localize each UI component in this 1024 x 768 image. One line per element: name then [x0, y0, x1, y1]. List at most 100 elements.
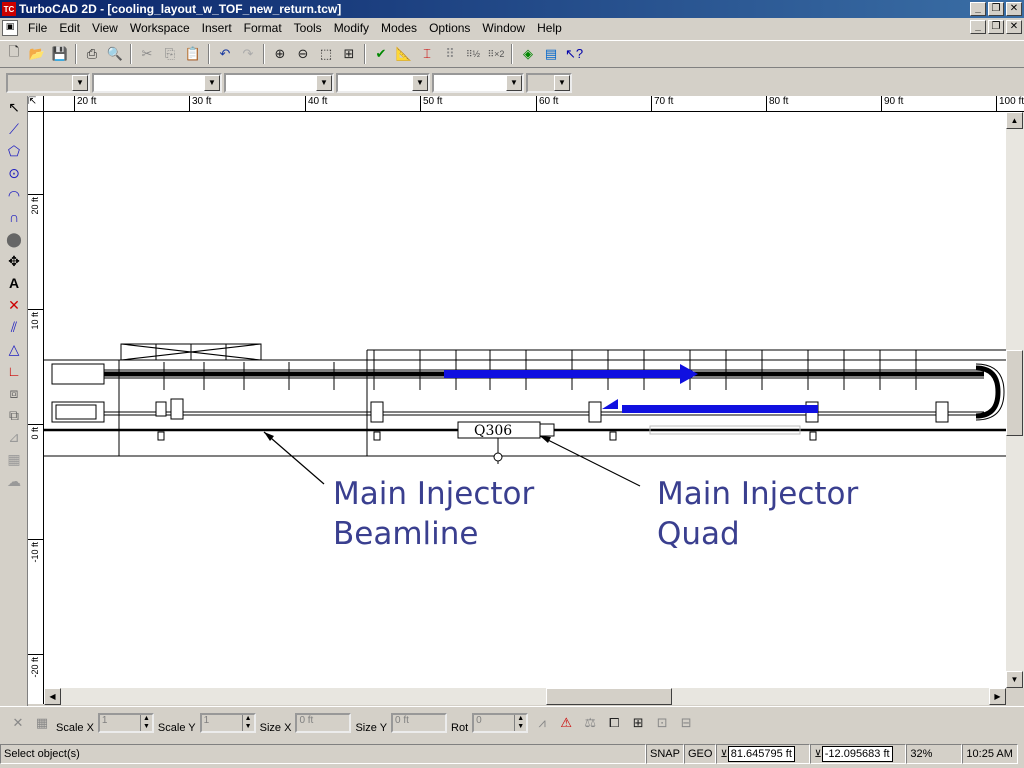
text-icon[interactable]: A [2, 272, 26, 294]
group-icon[interactable]: ⧈ [2, 382, 26, 404]
zoom-out-icon[interactable]: ⊖ [293, 44, 313, 64]
select-arrow-icon[interactable]: ↖ [2, 96, 26, 118]
properties-grid-icon[interactable]: ▦ [32, 713, 52, 733]
block-icon[interactable]: ⧉ [2, 404, 26, 426]
horizontal-scroll-thumb[interactable] [546, 688, 672, 705]
redo-icon[interactable]: ↷ [238, 44, 258, 64]
doc-restore-button[interactable]: ❐ [988, 20, 1004, 34]
chevron-down-icon[interactable]: ▼ [204, 74, 220, 91]
spinner-arrows-icon[interactable]: ▲ ▼ [514, 714, 526, 731]
snap-icon[interactable]: ✔ [371, 44, 391, 64]
layer-combo[interactable]: ▼ [6, 72, 90, 93]
library-icon[interactable]: ▦ [2, 448, 26, 470]
spinner-arrows-icon[interactable]: ▲ ▼ [139, 714, 152, 731]
save-icon[interactable]: 💾 [50, 44, 70, 64]
brush-combo[interactable]: ▼ [432, 72, 524, 93]
rotation-field[interactable]: 0 ▲ ▼ [472, 712, 529, 733]
menu-insert[interactable]: Insert [196, 21, 238, 35]
chevron-down-icon[interactable]: ▼ [554, 74, 570, 91]
cancel-icon[interactable]: ✕ [8, 713, 28, 733]
menu-window[interactable]: Window [476, 21, 531, 35]
grid-double-icon[interactable]: ⠿×2 [486, 44, 506, 64]
polyline-icon[interactable]: ⟋ [2, 118, 26, 140]
scroll-down-icon[interactable]: ▼ [1006, 671, 1023, 688]
zoom-window-icon[interactable]: ⬚ [316, 44, 336, 64]
menu-format[interactable]: Format [238, 21, 288, 35]
vertical-scroll-thumb[interactable] [1006, 350, 1023, 436]
menu-edit[interactable]: Edit [53, 21, 86, 35]
print-icon[interactable]: ⎙ [82, 44, 102, 64]
drawing-canvas[interactable]: Q306 Main Injector Beamline Main Injecto… [44, 112, 1006, 688]
polygon-icon[interactable]: ⬠ [2, 140, 26, 162]
doc-minimize-button[interactable]: _ [970, 20, 986, 34]
grid-icon[interactable]: ⠿ [440, 44, 460, 64]
vertex-icon[interactable]: △ [2, 338, 26, 360]
chevron-down-icon[interactable]: ▼ [506, 74, 522, 91]
scroll-left-icon[interactable]: ◀ [44, 688, 61, 705]
circle-icon[interactable]: ⊙ [2, 162, 26, 184]
layers-icon[interactable]: ◈ [518, 44, 538, 64]
spinner-arrows-icon[interactable]: ▲ ▼ [241, 714, 254, 731]
size-x-field[interactable]: 0 ft [295, 712, 352, 733]
dimension-tool-icon[interactable]: ⊿ [2, 426, 26, 448]
menu-help[interactable]: Help [531, 21, 568, 35]
menu-options[interactable]: Options [423, 21, 476, 35]
new-file-icon[interactable]: 🗋 [4, 44, 24, 64]
trim-icon[interactable]: ⫽ [2, 316, 26, 338]
edit-tool-icon[interactable]: ⊡ [652, 713, 672, 733]
snap-indicator[interactable]: SNAP [646, 744, 684, 764]
copy-icon[interactable]: ⎘ [160, 44, 180, 64]
scale-combo[interactable]: ▼ [526, 72, 572, 93]
color-combo[interactable]: ▼ [92, 72, 222, 93]
dimension-icon[interactable]: ⌶ [417, 44, 437, 64]
vertical-scrollbar[interactable]: ▲ ▼ [1006, 112, 1024, 688]
reference-point-icon[interactable]: ⊞ [628, 713, 648, 733]
properties-icon[interactable]: ▤ [541, 44, 561, 64]
open-folder-icon[interactable]: 📂 [27, 44, 47, 64]
print-preview-icon[interactable]: 🔍 [105, 44, 125, 64]
help-pointer-icon[interactable]: ↖? [564, 44, 584, 64]
doc-close-button[interactable]: ✕ [1006, 20, 1022, 34]
warning-icon[interactable]: ⚠ [556, 713, 576, 733]
horizontal-scrollbar[interactable]: ◀ ▶ [44, 688, 1006, 705]
scale-y-field[interactable]: 1 ▲ ▼ [199, 712, 256, 733]
geo-indicator[interactable]: GEO [683, 744, 717, 764]
select-by-box-icon[interactable]: ⧠ [604, 713, 624, 733]
menu-modify[interactable]: Modify [328, 21, 375, 35]
pen-width-combo[interactable]: ▼ [336, 72, 430, 93]
measure-icon[interactable]: 📐 [394, 44, 414, 64]
chevron-down-icon[interactable]: ▼ [316, 74, 332, 91]
menu-view[interactable]: View [86, 21, 124, 35]
scroll-right-icon[interactable]: ▶ [989, 688, 1006, 705]
intersection-icon[interactable]: ✕ [2, 294, 26, 316]
hatch-icon[interactable]: ☁ [2, 470, 26, 492]
restore-button[interactable]: ❐ [988, 2, 1004, 16]
shape-icon[interactable]: ⬤ [2, 228, 26, 250]
grid-half-icon[interactable]: ⠿½ [463, 44, 483, 64]
chevron-down-icon[interactable]: ▼ [412, 74, 428, 91]
chevron-down-icon[interactable]: ▼ [72, 74, 88, 91]
menu-modes[interactable]: Modes [375, 21, 423, 35]
menu-workspace[interactable]: Workspace [124, 21, 196, 35]
move-icon[interactable]: ✥ [2, 250, 26, 272]
stamp-icon[interactable]: ⚖ [580, 713, 600, 733]
scale-x-field[interactable]: 1 ▲ ▼ [97, 712, 154, 733]
bezier-icon[interactable]: ∩ [2, 206, 26, 228]
paste-icon[interactable]: 📋 [183, 44, 203, 64]
arc-icon[interactable]: ◠ [2, 184, 26, 206]
menu-tools[interactable]: Tools [288, 21, 328, 35]
zoom-in-icon[interactable]: ⊕ [270, 44, 290, 64]
local-menu-icon[interactable]: ⩘ [532, 713, 552, 733]
cut-icon[interactable]: ✂ [137, 44, 157, 64]
pen-style-combo[interactable]: ▼ [224, 72, 334, 93]
size-y-field[interactable]: 0 ft [391, 712, 448, 733]
fillet-icon[interactable]: ∟ [2, 360, 26, 382]
zoom-extents-icon[interactable]: ⊞ [339, 44, 359, 64]
minimize-button[interactable]: _ [970, 2, 986, 16]
undo-icon[interactable]: ↶ [215, 44, 235, 64]
document-icon[interactable]: ▣ [2, 20, 18, 36]
scroll-up-icon[interactable]: ▲ [1006, 112, 1023, 129]
menu-file[interactable]: File [22, 21, 53, 35]
edit-vertex-icon[interactable]: ⊟ [676, 713, 696, 733]
close-button[interactable]: ✕ [1006, 2, 1022, 16]
